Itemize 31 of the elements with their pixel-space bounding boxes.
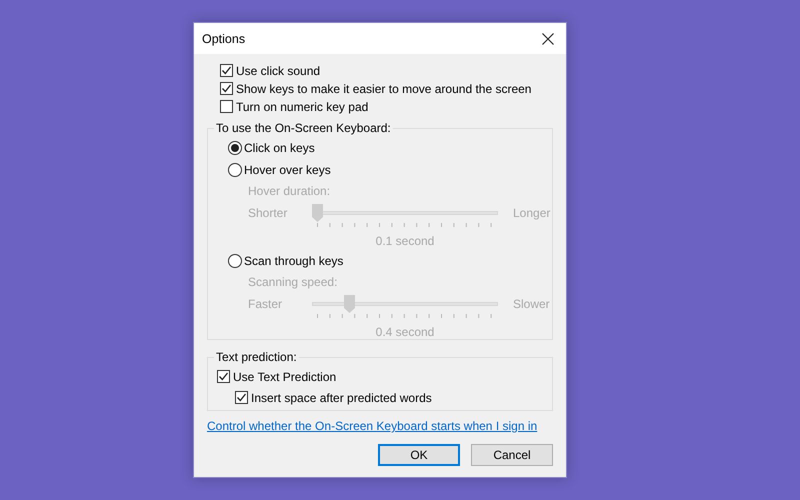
slider-value: 0.4 second xyxy=(374,325,436,339)
slider-max-label: Slower xyxy=(513,297,551,311)
slider-caption: Scanning speed: xyxy=(248,275,338,290)
radio-label[interactable]: Scan through keys xyxy=(244,254,344,268)
checkbox-label[interactable]: Insert space after predicted words xyxy=(251,390,432,404)
checkbox-label[interactable]: Show keys to make it easier to move around the screen xyxy=(236,82,532,96)
close-icon[interactable] xyxy=(542,32,554,44)
sign-in-link[interactable]: Control whether the On-Screen Keyboard starts when I sign in xyxy=(207,419,538,433)
checkbox-label[interactable]: Use click sound xyxy=(236,64,320,78)
radio-label[interactable]: Click on keys xyxy=(244,141,315,155)
group-label: To use the On-Screen Keyboard: xyxy=(214,121,393,135)
window-title: Options xyxy=(202,32,246,46)
checkbox[interactable] xyxy=(220,100,233,113)
checkbox[interactable] xyxy=(220,82,233,95)
dialog-button[interactable]: Cancel xyxy=(471,444,553,466)
radio-button[interactable] xyxy=(228,163,242,177)
radio-button[interactable] xyxy=(228,254,242,268)
group-label: Text prediction: xyxy=(214,350,299,364)
checkbox-label[interactable]: Turn on numeric key pad xyxy=(236,100,368,114)
checkbox[interactable] xyxy=(220,64,233,77)
checkbox[interactable] xyxy=(217,370,230,383)
checkbox[interactable] xyxy=(235,391,248,404)
slider-min-label: Faster xyxy=(248,297,284,311)
dialog-button[interactable]: OK xyxy=(378,444,460,466)
radio-button[interactable] xyxy=(228,141,242,155)
slider-caption: Hover duration: xyxy=(248,184,332,199)
slider-max-label: Longer xyxy=(513,206,552,220)
slider-value: 0.1 second xyxy=(374,234,436,248)
slider-min-label: Shorter xyxy=(248,206,288,220)
radio-label[interactable]: Hover over keys xyxy=(244,163,331,177)
checkbox-label[interactable]: Use Text Prediction xyxy=(233,370,336,384)
